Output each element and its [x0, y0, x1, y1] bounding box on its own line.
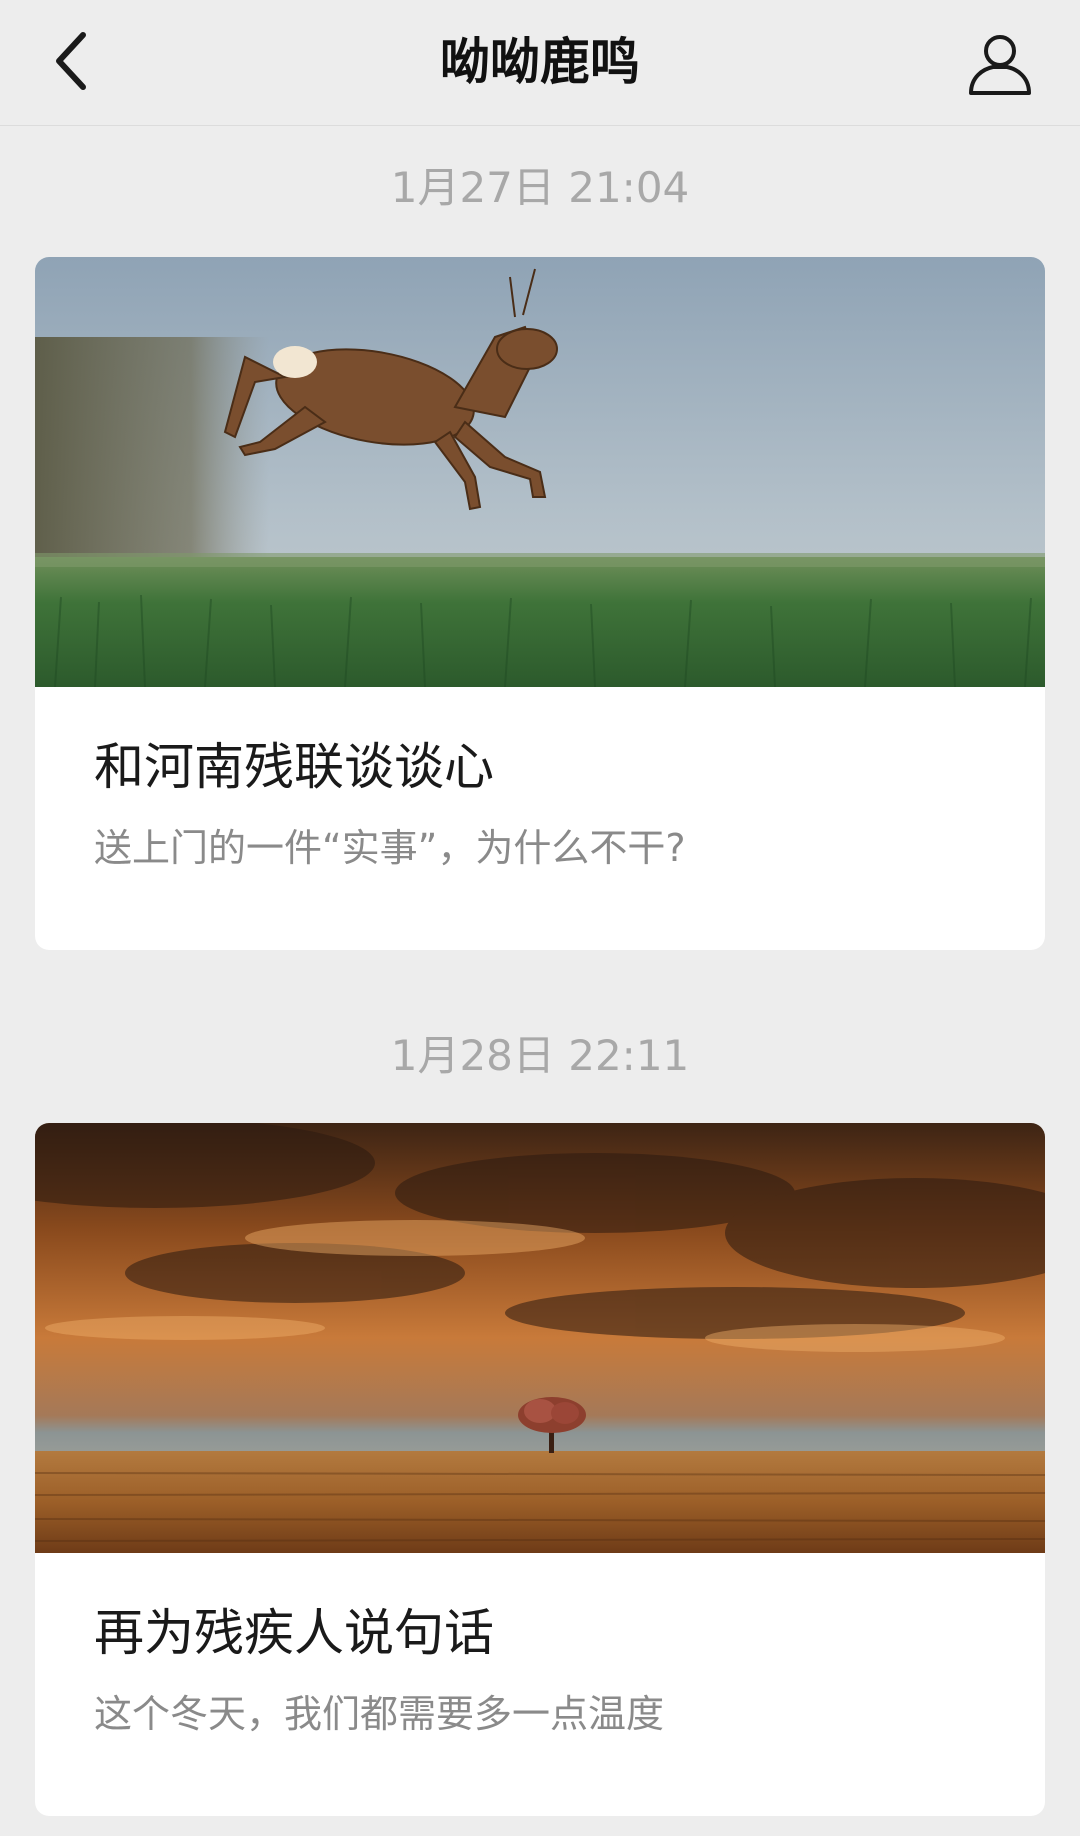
tree-field-photo — [35, 1123, 1045, 1553]
article-title: 和河南残联谈谈心 — [94, 738, 494, 796]
page-title: 呦呦鹿鸣 — [440, 33, 640, 91]
top-navbar: 呦呦鹿鸣 — [0, 0, 1080, 126]
article-card[interactable]: 和河南残联谈谈心 送上门的一件“实事”，为什么不干? — [35, 257, 1045, 950]
article-subtitle: 这个冬天，我们都需要多一点温度 — [94, 1692, 665, 1736]
article-card[interactable]: 再为残疾人说句话 这个冬天，我们都需要多一点温度 — [35, 1123, 1045, 1816]
article-title: 再为残疾人说句话 — [94, 1604, 494, 1662]
deer-photo — [35, 257, 1045, 687]
profile-button[interactable] — [960, 24, 1040, 104]
article-cover-image — [35, 1123, 1045, 1553]
message-timestamp: 1月27日 21:04 — [390, 163, 690, 212]
article-subtitle: 送上门的一件“实事”，为什么不干? — [94, 826, 686, 870]
article-cover-image — [35, 257, 1045, 687]
message-timestamp: 1月28日 22:11 — [390, 1031, 690, 1080]
person-icon — [969, 35, 1031, 95]
